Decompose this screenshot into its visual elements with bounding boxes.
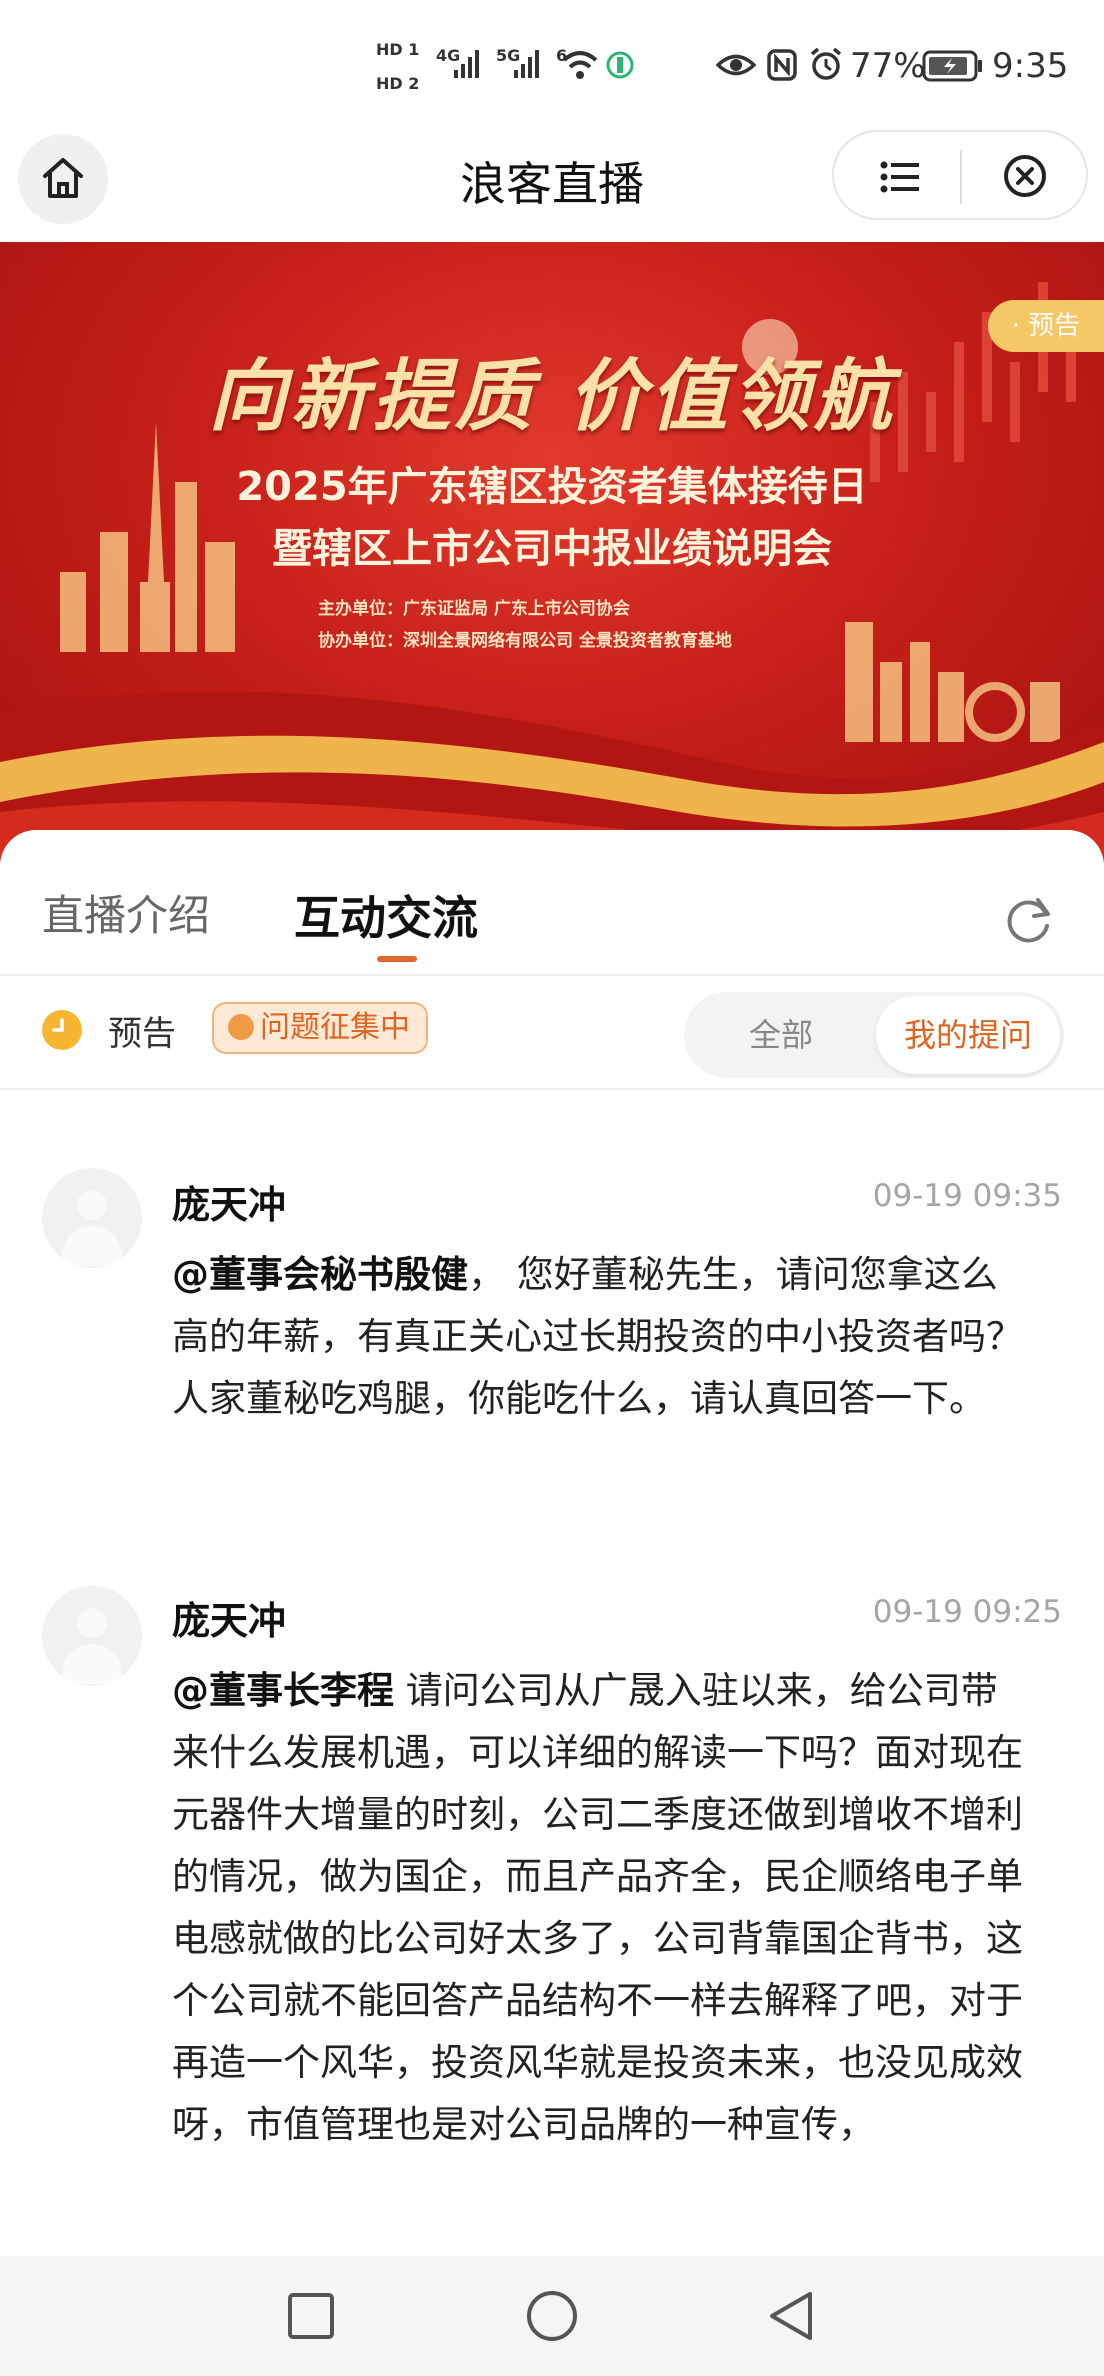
- wifi-icon: [562, 51, 598, 79]
- list-menu-icon: [880, 161, 919, 193]
- content-panel: 直播介绍 互动交流 预告 问题征集中 全部 我的提问 庞天冲 09-19 09:…: [0, 830, 1104, 2270]
- battery-percent: 77%: [850, 46, 926, 86]
- banner-slogan: 向新提质 价值领航: [208, 351, 896, 442]
- menu-button[interactable]: [858, 146, 938, 206]
- live-banner[interactable]: · 预告 向新提质 价值领航 2025年广东辖区投资者集体接待日 暨辖区上市公司…: [0, 242, 1104, 862]
- nfc-icon: [767, 49, 797, 81]
- filter-divider: [0, 1088, 1104, 1090]
- live-status-label: 预告: [108, 1014, 176, 1054]
- tab-live-intro[interactable]: 直播介绍: [42, 882, 210, 943]
- status-bar: HD 1 HD 2 4G 5G 6 77% 9:35: [0, 0, 1104, 130]
- square-icon: [288, 2293, 334, 2339]
- tabs-divider: [0, 974, 1104, 976]
- avatar-head-shape: [77, 1190, 107, 1220]
- app-header: 浪客直播: [0, 120, 1104, 242]
- avatar[interactable]: [42, 1168, 142, 1268]
- sim1-label: HD 1: [376, 40, 420, 59]
- comment-mention[interactable]: @董事长李程: [172, 1669, 394, 1712]
- back-button[interactable]: [752, 2278, 832, 2354]
- status-badge: 问题征集中: [212, 1002, 428, 1054]
- alarm-icon: [810, 47, 842, 80]
- filter-all[interactable]: 全部: [684, 992, 878, 1078]
- info-icon: [228, 1014, 254, 1040]
- refresh-icon: [1007, 898, 1050, 943]
- system-nav-bar: [0, 2256, 1104, 2376]
- mini-program-capsule: [832, 130, 1088, 220]
- clock-icon: [42, 1010, 82, 1050]
- battery-icon: [922, 50, 982, 82]
- nfc-green-icon: [606, 51, 634, 79]
- comment-mention[interactable]: @董事会秘书殷健: [172, 1253, 468, 1296]
- banner-host: 主办单位：广东证监局 广东上市公司协会: [318, 599, 630, 619]
- avatar[interactable]: [42, 1586, 142, 1686]
- clock: 9:35: [992, 46, 1069, 86]
- comment-author: 庞天冲: [172, 1183, 287, 1227]
- banner-title-line2: 暨辖区上市公司中报业绩说明会: [272, 526, 832, 572]
- comment-body: @董事长李程 请问公司从广晟入驻以来，给公司带来什么发展机遇，可以详细的解读一下…: [172, 1660, 1030, 2260]
- banner-title-line1: 2025年广东辖区投资者集体接待日: [236, 464, 868, 510]
- home-nav-button[interactable]: [512, 2278, 592, 2354]
- capsule-divider: [960, 150, 962, 204]
- comment-text: 请问公司从广晟入驻以来，给公司带来什么发展机遇，可以详细的解读一下吗？面对现在元…: [172, 1669, 1023, 2146]
- signal2-icon: [514, 50, 539, 78]
- filter-my-questions[interactable]: 我的提问: [876, 996, 1060, 1074]
- refresh-button[interactable]: [994, 886, 1064, 956]
- avatar-body-shape: [62, 1644, 122, 1684]
- comment-time: 09-19 09:25: [872, 1594, 1062, 1630]
- signal1-icon: [454, 50, 479, 78]
- circle-icon: [527, 2291, 577, 2341]
- tab-interaction[interactable]: 互动交流: [294, 882, 478, 948]
- comment-body: @董事会秘书殷健， 您好董秘先生，请问您拿这么高的年薪，有真正关心过长期投资的中…: [172, 1244, 1030, 1430]
- question-filter: 全部 我的提问: [684, 992, 1064, 1078]
- avatar-body-shape: [62, 1226, 122, 1266]
- banner-cohost: 协办单位：深圳全景网络有限公司 全景投资者教育基地: [318, 631, 732, 651]
- close-button[interactable]: [980, 146, 1070, 206]
- sim2-label: HD 2: [376, 74, 420, 93]
- triangle-back-icon: [770, 2292, 812, 2340]
- recents-button[interactable]: [270, 2278, 350, 2354]
- active-tab-indicator: [377, 956, 417, 962]
- comment-time: 09-19 09:35: [872, 1178, 1062, 1214]
- avatar-head-shape: [77, 1608, 107, 1638]
- eye-icon: [716, 54, 756, 76]
- comment-author: 庞天冲: [172, 1599, 287, 1643]
- close-circle-icon: [1004, 155, 1046, 197]
- status-badge-text: 问题征集中: [260, 1010, 410, 1045]
- clock-hand-shape: [52, 1018, 64, 1032]
